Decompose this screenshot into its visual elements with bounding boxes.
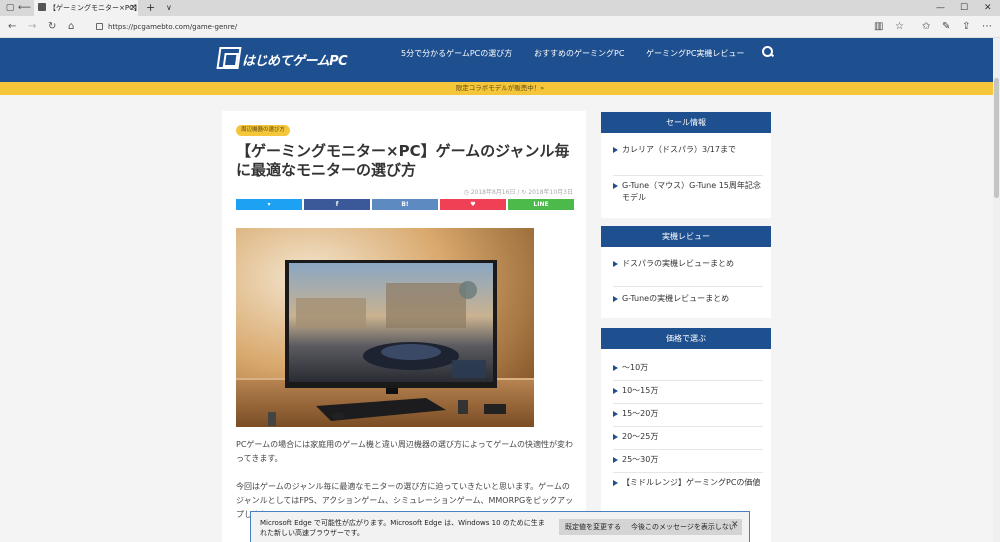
- share-facebook-button[interactable]: f: [304, 199, 370, 210]
- pen-notes-icon[interactable]: ✎: [942, 20, 950, 34]
- browser-tab-bar: ▢ ⟵ 【ゲーミングモニター×PC】ゲ ✕ + ∨ — ☐ ✕: [0, 0, 1000, 16]
- article-dates: ◷ 2018年8月16日 / ↻ 2018年10月3日: [463, 189, 573, 196]
- sidebar-link[interactable]: ～10万: [613, 362, 763, 374]
- share-twitter-button[interactable]: ▾: [236, 199, 302, 210]
- hatena-icon: B!: [401, 201, 409, 208]
- article-paragraph: PCゲームの場合には家庭用のゲーム機と違い周辺機器の選び方によってゲームの快適性…: [236, 440, 574, 463]
- sidebar-link[interactable]: G-Tune（マウス）G-Tune 15周年記念モデル: [613, 180, 763, 204]
- sidebar-link[interactable]: 15～20万: [613, 408, 763, 420]
- logo-text: はじめてゲームPC: [242, 54, 348, 69]
- promo-banner[interactable]: 限定コラボモデルが販売中！»: [0, 82, 1000, 95]
- maximize-button[interactable]: ☐: [960, 0, 968, 16]
- share-hatena-button[interactable]: B!: [372, 199, 438, 210]
- twitter-bird-icon: ▾: [267, 201, 271, 208]
- widget-heading: 価格で選ぶ: [601, 328, 771, 349]
- page-scrollbar[interactable]: [993, 38, 1000, 542]
- dont-show-again-button[interactable]: 今後このメッセージを表示しない: [625, 519, 742, 535]
- sidebar-link[interactable]: カレリア（ドスパラ）3/17まで: [613, 144, 763, 156]
- update-icon: ↻: [521, 189, 527, 196]
- minimize-button[interactable]: —: [936, 0, 945, 16]
- nav-item-recommend[interactable]: おすすめのゲーミングPC: [534, 48, 624, 59]
- divider: [613, 175, 763, 176]
- tab-actions-icon[interactable]: ▢: [4, 2, 16, 14]
- url-text: https://pcgamebto.com/game-genre/: [108, 23, 238, 31]
- favorites-hub-icon[interactable]: ✩: [922, 20, 930, 34]
- sidebar-link[interactable]: 20～25万: [613, 431, 763, 443]
- sidebar-link[interactable]: ドスパラの実機レビューまとめ: [613, 258, 763, 270]
- new-tab-button[interactable]: +: [146, 0, 155, 16]
- search-icon[interactable]: [762, 46, 774, 58]
- divider: [613, 449, 763, 450]
- share-icon[interactable]: ⇪: [962, 20, 970, 34]
- notification-close-icon[interactable]: ✕: [731, 520, 739, 530]
- sidebar-link[interactable]: G-Tuneの実機レビューまとめ: [613, 293, 763, 305]
- category-badge[interactable]: 周辺機器の選び方: [236, 125, 291, 136]
- article-title: 【ゲーミングモニター×PC】ゲームのジャンル毎に最適なモニターの選び方: [236, 142, 570, 179]
- sidebar-link[interactable]: 25～30万: [613, 454, 763, 466]
- nav-item-guide[interactable]: 5分で分かるゲームPCの選び方: [401, 48, 512, 59]
- url-field[interactable]: https://pcgamebto.com/game-genre/: [96, 20, 864, 34]
- tab-close-icon[interactable]: ✕: [130, 0, 137, 16]
- clock-icon: ◷: [463, 189, 469, 196]
- divider: [613, 286, 763, 287]
- site-favicon-icon: [38, 3, 46, 11]
- address-bar-row: ← → ↻ ⌂ https://pcgamebto.com/game-genre…: [0, 16, 1000, 38]
- line-label: LINE: [533, 201, 549, 208]
- date-published: 2018年8月16日: [470, 189, 516, 196]
- logo-cube-icon: [216, 47, 242, 69]
- sidebar-widget-price: 価格で選ぶ ～10万 10～15万 15～20万 20～25万 25～30万 【…: [601, 328, 771, 542]
- facebook-icon: f: [335, 201, 339, 208]
- pocket-icon: ♥: [470, 201, 476, 208]
- more-menu-icon[interactable]: ⋯: [982, 20, 992, 34]
- sidebar-widget-sale: セール情報 カレリア（ドスパラ）3/17まで G-Tune（マウス）G-Tune…: [601, 112, 771, 218]
- sidebar-link[interactable]: 【ミドルレンジ】ゲーミングPCの価値: [613, 477, 763, 489]
- share-pocket-button[interactable]: ♥: [440, 199, 506, 210]
- reading-view-icon[interactable]: ▥: [874, 20, 883, 34]
- edge-notification-bar: Microsoft Edge で可能性が広がります。Microsoft Edge…: [250, 511, 750, 542]
- lock-icon: [96, 23, 103, 30]
- divider: [613, 380, 763, 381]
- share-line-button[interactable]: LINE: [508, 199, 574, 210]
- widget-heading: 実機レビュー: [601, 226, 771, 247]
- divider: [613, 472, 763, 473]
- sidebar-link[interactable]: 10～15万: [613, 385, 763, 397]
- window-close-button[interactable]: ✕: [984, 0, 992, 16]
- browser-tab[interactable]: 【ゲーミングモニター×PC】ゲ: [34, 0, 138, 16]
- sidebar-widget-review: 実機レビュー ドスパラの実機レビューまとめ G-Tuneの実機レビューまとめ: [601, 226, 771, 318]
- site-header: はじめてゲームPC 5分で分かるゲームPCの選び方 おすすめのゲーミングPC ゲ…: [0, 38, 1000, 82]
- change-default-button[interactable]: 既定値を変更する: [559, 519, 627, 535]
- home-icon[interactable]: ⌂: [68, 20, 74, 34]
- tab-title: 【ゲーミングモニター×PC】ゲ: [49, 4, 138, 12]
- refresh-icon[interactable]: ↻: [48, 20, 56, 34]
- scrollbar-thumb[interactable]: [994, 78, 999, 198]
- forward-icon[interactable]: →: [28, 20, 36, 34]
- date-updated: 2018年10月3日: [528, 189, 573, 196]
- site-logo[interactable]: はじめてゲームPC: [216, 45, 348, 71]
- divider: [613, 403, 763, 404]
- back-tabs-icon[interactable]: ⟵: [18, 2, 31, 14]
- favorite-star-icon[interactable]: ☆: [895, 20, 904, 34]
- nav-item-review[interactable]: ゲーミングPC実機レビュー: [646, 48, 744, 59]
- widget-heading: セール情報: [601, 112, 771, 133]
- back-icon[interactable]: ←: [8, 20, 16, 34]
- article-hero-image: [236, 228, 534, 427]
- notification-message: Microsoft Edge で可能性が広がります。Microsoft Edge…: [260, 519, 545, 537]
- tab-list-chevron-icon[interactable]: ∨: [166, 0, 172, 16]
- divider: [613, 426, 763, 427]
